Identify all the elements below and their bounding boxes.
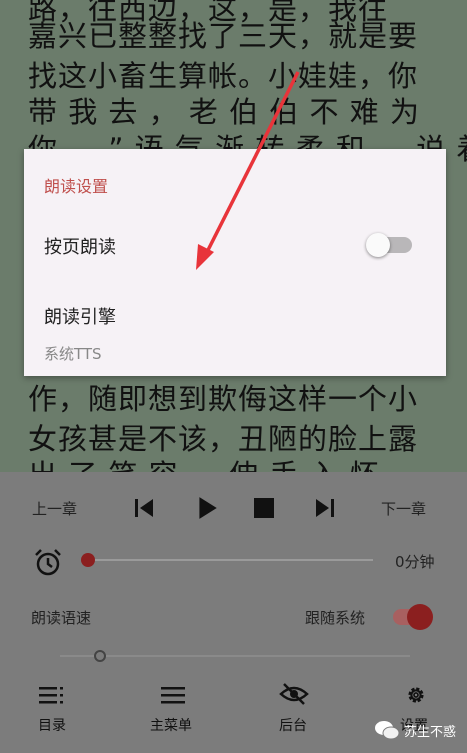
toggle-knob xyxy=(366,233,390,257)
nav-item-background[interactable]: 后台 xyxy=(264,677,324,737)
nav-label: 目录 xyxy=(38,718,66,734)
alarm-icon[interactable] xyxy=(33,547,63,577)
wechat-icon xyxy=(375,721,400,740)
prev-chapter-button[interactable]: 上一章 xyxy=(32,498,77,519)
skip-previous-icon[interactable] xyxy=(132,496,156,520)
timer-slider-thumb[interactable] xyxy=(81,553,95,567)
gear-icon xyxy=(408,687,424,703)
timer-slider-track[interactable] xyxy=(88,559,373,561)
nav-label: 后台 xyxy=(279,718,307,734)
read-control-panel: 上一章 下一章 0分钟 朗读语速 跟随系统 目录 主菜单 后台 设置 xyxy=(0,472,467,753)
timer-value: 0分钟 xyxy=(395,553,435,571)
nav-item-toc[interactable]: 目录 xyxy=(24,677,84,737)
text-line: 出 了 笑 容 ， 伸 手 入 怀 xyxy=(28,452,458,472)
follow-system-toggle[interactable] xyxy=(393,604,433,630)
nav-label: 主菜单 xyxy=(150,718,192,734)
nav-item-main-menu[interactable]: 主菜单 xyxy=(143,677,203,737)
engine-value: 系统TTS xyxy=(44,345,102,363)
play-icon[interactable] xyxy=(194,495,220,521)
text-line: 嘉兴已整整找了三天，就是要 xyxy=(28,19,419,53)
next-chapter-button[interactable]: 下一章 xyxy=(381,498,426,519)
speed-label: 朗读语速 xyxy=(31,609,92,627)
toc-icon xyxy=(39,687,63,704)
speed-slider-thumb[interactable] xyxy=(94,650,106,662)
text-line: 带 我 去 ， 老 伯 伯 不 难 为 xyxy=(28,95,420,129)
text-line: 作，随即想到欺侮这样一个小 xyxy=(28,382,419,416)
engine-label: 朗读引擎 xyxy=(44,307,116,328)
engine-row[interactable]: 朗读引擎 系统TTS xyxy=(24,289,446,376)
eye-off-icon xyxy=(279,683,309,705)
skip-next-icon[interactable] xyxy=(313,496,337,520)
page-read-label: 按页朗读 xyxy=(44,237,116,258)
stop-icon[interactable] xyxy=(254,498,274,518)
speed-slider-track[interactable] xyxy=(60,655,410,657)
menu-icon xyxy=(161,687,185,704)
toggle-knob xyxy=(407,604,433,630)
watermark: 苏生不惑 xyxy=(374,718,460,742)
page-read-toggle[interactable] xyxy=(366,233,412,257)
dialog-title: 朗读设置 xyxy=(44,177,109,196)
read-settings-dialog: 朗读设置 按页朗读 朗读引擎 系统TTS xyxy=(24,149,446,376)
follow-system-label: 跟随系统 xyxy=(305,609,366,627)
watermark-text: 苏生不惑 xyxy=(404,725,457,740)
